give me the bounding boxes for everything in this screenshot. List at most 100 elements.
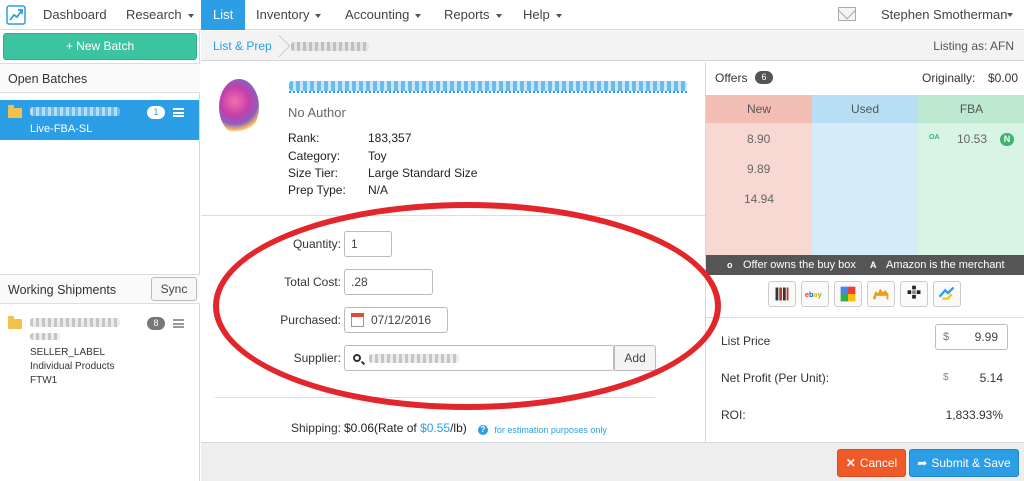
shipment-label-type: SELLER_LABEL bbox=[30, 347, 106, 358]
cancel-button[interactable]: ✕ Cancel bbox=[837, 449, 906, 477]
nav-help[interactable]: Help bbox=[523, 0, 562, 30]
currency-symbol: $ bbox=[943, 331, 950, 343]
amazon-legend-text: Amazon is the merchant bbox=[886, 259, 1005, 271]
add-supplier-button[interactable]: Add bbox=[614, 345, 656, 371]
footer-actions: ✕ Cancel ➦ Submit & Save bbox=[201, 442, 1024, 481]
new-column-header[interactable]: New bbox=[706, 95, 812, 123]
used-column-header[interactable]: Used bbox=[812, 95, 918, 123]
total-cost-input[interactable]: .28 bbox=[344, 269, 433, 295]
menu-icon[interactable] bbox=[173, 319, 184, 328]
batch-item[interactable]: 1 Live-FBA-SL bbox=[0, 100, 199, 140]
offers-title: Offers bbox=[715, 71, 748, 85]
redacted-shipment-id bbox=[30, 318, 120, 327]
total-cost-label: Total Cost: bbox=[284, 275, 341, 289]
product-title-link[interactable] bbox=[289, 81, 687, 93]
section-divider bbox=[215, 397, 655, 398]
pricing-section: List Price $ 9.99 Net Profit (Per Unit):… bbox=[706, 317, 1024, 442]
supplier-search-input[interactable] bbox=[344, 345, 614, 371]
roi-value: 1,833.93% bbox=[945, 408, 1003, 422]
folder-icon bbox=[8, 316, 22, 329]
ebay-icon[interactable]: ebay bbox=[801, 281, 829, 307]
submit-save-button[interactable]: ➦ Submit & Save bbox=[909, 449, 1019, 477]
new-offer-price: 14.94 bbox=[744, 192, 775, 206]
rank-value: 183,357 bbox=[368, 131, 412, 145]
folder-icon bbox=[8, 105, 22, 118]
sync-button[interactable]: Sync bbox=[151, 277, 197, 301]
buybox-legend-text: Offer owns the buy box bbox=[743, 259, 856, 271]
profit-tool-icon[interactable] bbox=[933, 281, 961, 307]
supplier-label: Supplier: bbox=[293, 351, 341, 365]
chevron-down-icon bbox=[187, 13, 194, 18]
new-condition-badge: N bbox=[1000, 133, 1014, 146]
batch-count-badge: 1 bbox=[147, 106, 165, 119]
books-icon[interactable] bbox=[768, 281, 796, 307]
currency-symbol: $ bbox=[943, 372, 949, 383]
quantity-label: Quantity: bbox=[292, 237, 341, 251]
nav-list-label: List bbox=[213, 7, 234, 22]
fba-column-header[interactable]: FBA bbox=[918, 95, 1024, 123]
amazon-legend-icon: A bbox=[870, 260, 877, 270]
open-batches-title: Open Batches bbox=[0, 63, 200, 93]
nav-research-label: Research bbox=[126, 7, 182, 22]
close-icon: ✕ bbox=[845, 456, 856, 470]
help-icon[interactable]: ? bbox=[478, 424, 488, 435]
shipping-value: $0.06(Rate of $0.55/lb) bbox=[344, 421, 467, 435]
buybox-amazon-indicator: OA bbox=[929, 134, 940, 141]
nav-list[interactable]: List bbox=[201, 0, 246, 30]
shipment-warehouse: FTW1 bbox=[30, 375, 58, 386]
quantity-input[interactable]: 1 bbox=[344, 231, 392, 257]
list-price-input[interactable]: $ 9.99 bbox=[935, 324, 1008, 350]
keepa-icon[interactable] bbox=[900, 281, 928, 307]
size-tier-value: Large Standard Size bbox=[368, 166, 478, 180]
new-batch-button[interactable]: + New Batch bbox=[3, 33, 197, 60]
mail-icon[interactable] bbox=[838, 7, 856, 21]
menu-icon[interactable] bbox=[173, 108, 184, 117]
nav-dashboard-label: Dashboard bbox=[43, 7, 107, 22]
shipment-product-type: Individual Products bbox=[30, 361, 115, 372]
nav-accounting-label: Accounting bbox=[345, 7, 410, 22]
purchased-date-value: 07/12/2016 bbox=[371, 313, 432, 327]
app-logo-icon[interactable] bbox=[6, 5, 26, 25]
batch-name: Live-FBA-SL bbox=[30, 123, 93, 135]
category-value: Toy bbox=[368, 149, 387, 163]
breadcrumb-list-prep[interactable]: List & Prep bbox=[213, 31, 272, 61]
chevron-down-icon[interactable] bbox=[1007, 13, 1013, 17]
fba-column: FBA OA 10.53 N bbox=[918, 95, 1024, 255]
shipping-unit: /lb) bbox=[450, 421, 467, 435]
arrow-right-icon: ➦ bbox=[917, 456, 928, 470]
offers-legend: o Offer owns the buy box A Amazon is the… bbox=[706, 255, 1024, 275]
breadcrumb-separator bbox=[279, 35, 280, 57]
list-price-label: List Price bbox=[721, 334, 771, 348]
chevron-down-icon bbox=[495, 13, 502, 18]
calendar-icon[interactable] bbox=[351, 313, 364, 327]
new-offer-price: 8.90 bbox=[747, 132, 771, 146]
redacted-shipment-detail bbox=[30, 333, 60, 340]
net-profit-value: 5.14 bbox=[979, 371, 1003, 385]
camel-icon[interactable] bbox=[867, 281, 895, 307]
nav-reports[interactable]: Reports bbox=[444, 0, 502, 30]
breadcrumb: List & Prep Listing as: AFN bbox=[201, 31, 1024, 61]
offers-count-badge: 6 bbox=[755, 71, 773, 84]
nav-dashboard[interactable]: Dashboard bbox=[43, 0, 107, 30]
estimation-note-text: for estimation purposes only bbox=[494, 425, 607, 435]
prep-type-label: Prep Type: bbox=[288, 183, 346, 197]
user-menu[interactable]: Stephen Smotherman bbox=[881, 0, 1007, 29]
section-divider bbox=[201, 215, 705, 216]
rank-label: Rank: bbox=[288, 131, 320, 145]
google-icon[interactable] bbox=[834, 281, 862, 307]
category-label: Category: bbox=[288, 149, 341, 163]
roi-label: ROI: bbox=[721, 408, 746, 422]
nav-inventory[interactable]: Inventory bbox=[256, 0, 322, 30]
redacted-batch-id bbox=[30, 107, 120, 116]
offers-panel: Offers 6 Originally: $0.00 New 8.90 9.89… bbox=[705, 62, 1024, 442]
list-price-value: 9.99 bbox=[974, 330, 998, 344]
size-tier-label: Size Tier: bbox=[288, 166, 339, 180]
shipping-rate-link[interactable]: $0.55 bbox=[420, 421, 450, 435]
purchased-date-input[interactable]: 07/12/2016 bbox=[344, 307, 448, 333]
nav-research[interactable]: Research bbox=[126, 0, 194, 30]
nav-accounting[interactable]: Accounting bbox=[345, 0, 422, 30]
redacted-product-title bbox=[289, 81, 687, 91]
product-author: No Author bbox=[288, 105, 346, 120]
nav-inventory-label: Inventory bbox=[256, 7, 310, 22]
net-profit-label: Net Profit (Per Unit): bbox=[721, 371, 830, 385]
